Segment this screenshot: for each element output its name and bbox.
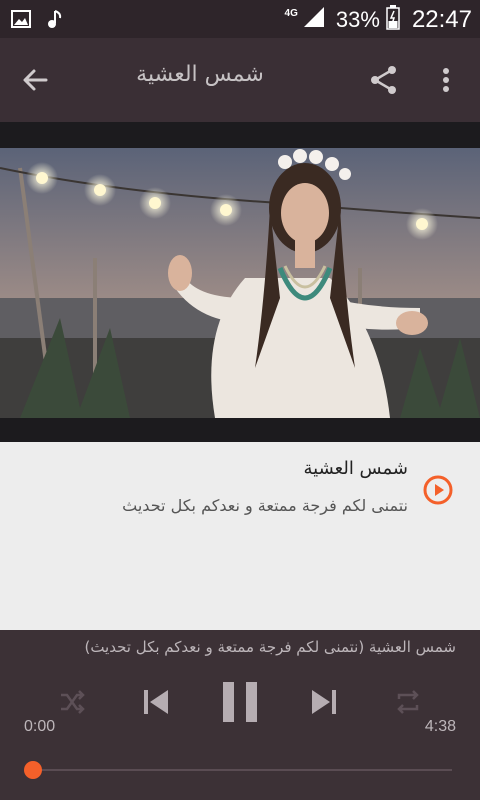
- pause-button[interactable]: [218, 678, 262, 730]
- list-item[interactable]: شمس العشية نتمنى لكم فرجة ممتعة و نعدكم …: [0, 442, 480, 538]
- now-playing-title: شمس العشية (نتمنى لكم فرجة ممتعة و نعدكم…: [84, 638, 456, 656]
- repeat-button[interactable]: [388, 684, 428, 724]
- video-thumbnail: [0, 148, 480, 418]
- track-title: شمس العشية: [303, 458, 408, 479]
- clock: 22:47: [411, 5, 472, 33]
- battery-icon: [386, 4, 400, 35]
- previous-button[interactable]: [136, 682, 176, 726]
- track-list: شمس العشية نتمنى لكم فرجة ممتعة و نعدكم …: [0, 442, 480, 630]
- share-button[interactable]: [366, 62, 402, 98]
- battery-percent: 33%: [335, 6, 380, 32]
- repeat-icon: [393, 687, 423, 721]
- pause-icon: [220, 680, 260, 728]
- current-time: 0:00: [24, 718, 56, 735]
- media-player: شمس العشية (نتمنى لكم فرجة ممتعة و نعدكم…: [0, 630, 480, 800]
- play-circle-icon[interactable]: [422, 474, 454, 506]
- more-options-button[interactable]: [434, 62, 458, 98]
- total-time: 4:38: [424, 718, 456, 735]
- seek-bar[interactable]: [34, 769, 452, 771]
- signal-icon: [302, 5, 326, 34]
- network-type: 4G: [284, 7, 298, 19]
- shuffle-button[interactable]: [52, 684, 92, 724]
- back-arrow-icon: [18, 69, 54, 102]
- next-button[interactable]: [304, 682, 344, 726]
- seek-handle[interactable]: [24, 761, 42, 779]
- app-bar: شمس العشية: [0, 38, 480, 122]
- back-button[interactable]: [18, 62, 54, 98]
- shuffle-icon: [57, 687, 87, 721]
- status-bar: 4G 33% 22:47: [0, 0, 480, 38]
- image-icon: [10, 8, 32, 34]
- track-subtitle: نتمنى لكم فرجة ممتعة و نعدكم بكل تحديث: [122, 496, 408, 515]
- skip-previous-icon: [140, 686, 172, 722]
- music-note-icon: [46, 8, 66, 34]
- more-vert-icon: [434, 68, 458, 102]
- video-player[interactable]: [0, 122, 480, 442]
- page-title: شمس العشية: [136, 62, 264, 87]
- skip-next-icon: [308, 686, 340, 722]
- share-icon: [366, 66, 402, 102]
